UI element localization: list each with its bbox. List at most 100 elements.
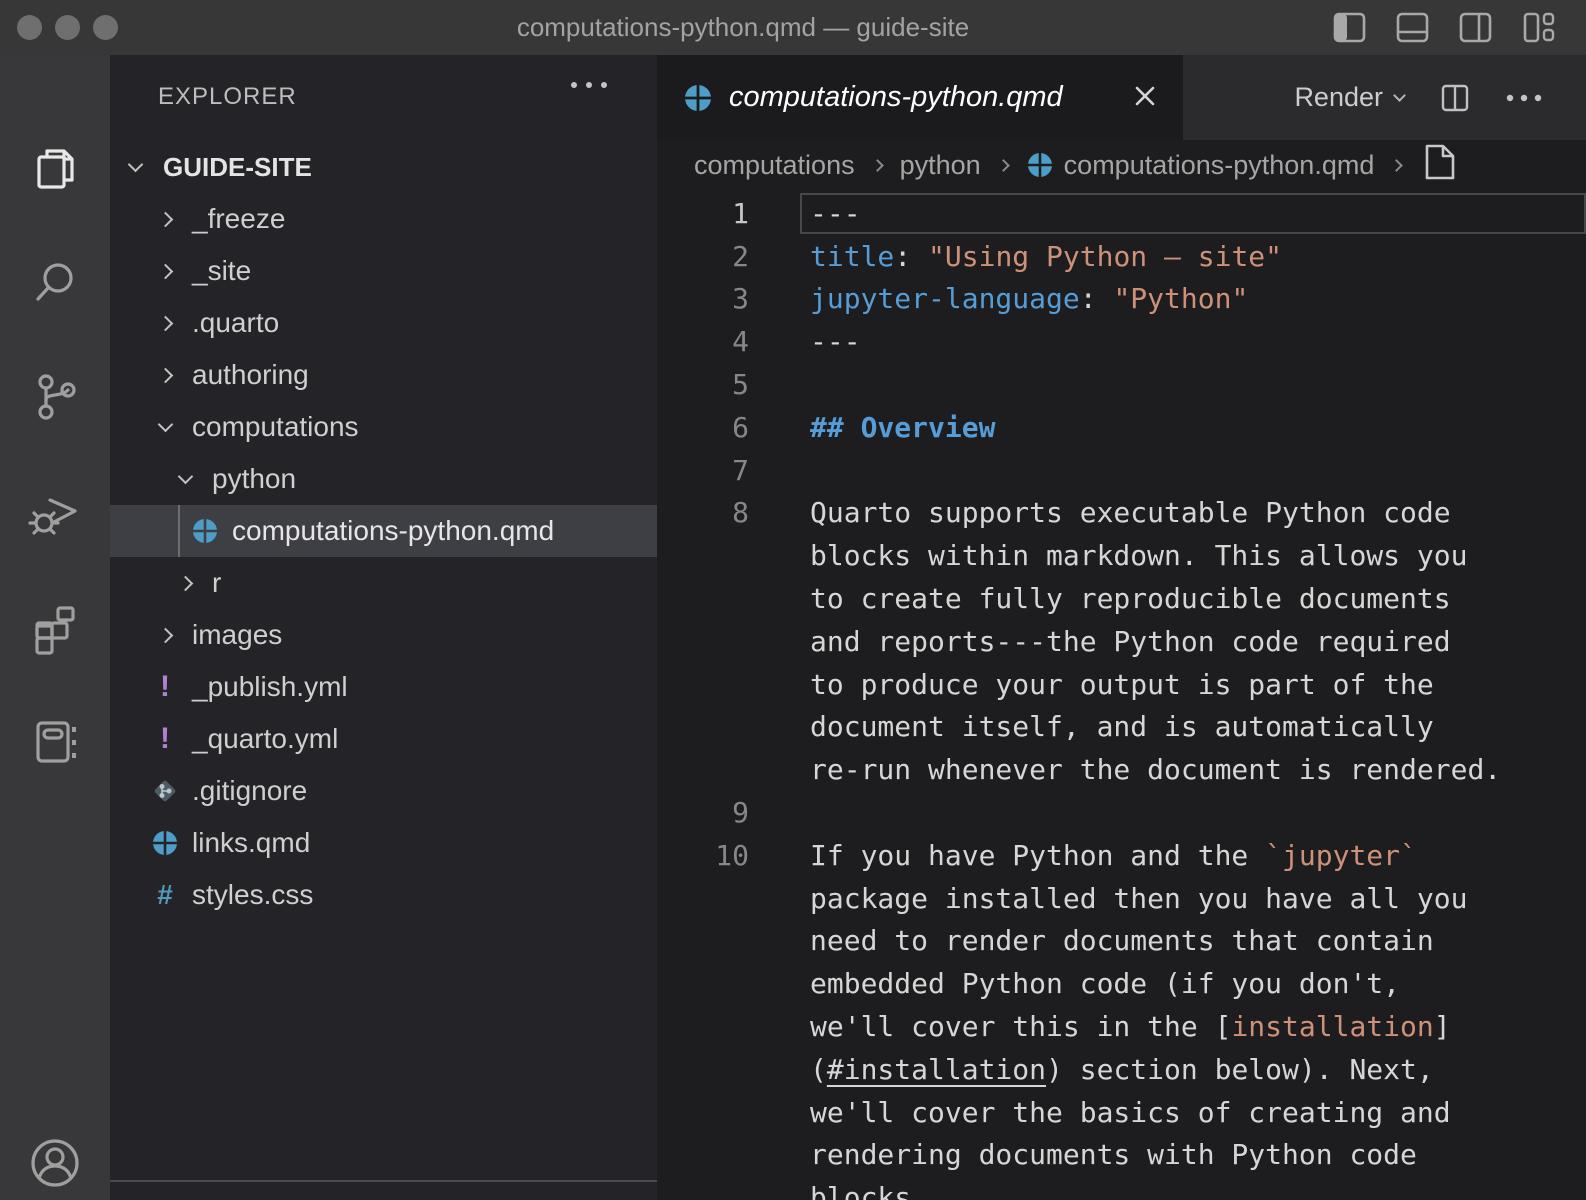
tree-item-authoring[interactable]: authoring xyxy=(110,349,657,401)
code-line[interactable]: we'll cover the basics of creating and xyxy=(657,1091,1586,1134)
code-line[interactable]: 8 Quarto supports executable Python code xyxy=(657,492,1586,535)
code-line[interactable]: 5 xyxy=(657,363,1586,406)
code-line[interactable]: embedded Python code (if you don't, xyxy=(657,962,1586,1005)
code-line[interactable]: 9 xyxy=(657,791,1586,834)
breadcrumb-item-computations-python-qmd[interactable]: computations-python.qmd xyxy=(1026,150,1375,181)
code-text: re-run whenever the document is rendered… xyxy=(810,753,1501,786)
code-line[interactable]: rendering documents with Python code xyxy=(657,1134,1586,1177)
tree-item--freeze[interactable]: _freeze xyxy=(110,193,657,245)
tab-label: computations-python.qmd xyxy=(729,81,1063,114)
section-divider xyxy=(110,1180,657,1182)
tree-item-label: _publish.yml xyxy=(192,671,348,703)
toggle-secondary-sidebar-button[interactable] xyxy=(1458,10,1493,45)
activity-bar xyxy=(0,55,110,1200)
tree-item--gitignore[interactable]: .gitignore xyxy=(110,765,657,817)
breadcrumb: computations python computations-python.qm… xyxy=(657,140,1586,190)
code-line[interactable]: (#installation) section below). Next, xyxy=(657,1048,1586,1091)
code-text: to produce your output is part of the xyxy=(810,668,1434,701)
tree-item-label: python xyxy=(212,463,296,495)
tree-item-images[interactable]: images xyxy=(110,609,657,661)
customize-layout-button[interactable] xyxy=(1521,10,1556,45)
tree-root-guide-site[interactable]: GUIDE-SITE xyxy=(110,141,657,193)
code-line[interactable]: 2title: "Using Python — site" xyxy=(657,235,1586,278)
yaml-icon: ! xyxy=(160,670,170,704)
code-text: rendering documents with Python code xyxy=(810,1138,1417,1171)
notebook-icon xyxy=(26,713,84,771)
tree-item-label: .quarto xyxy=(192,307,279,339)
code-text: blocks within markdown. This allows you xyxy=(810,539,1467,572)
breadcrumb-item-python[interactable]: python xyxy=(900,150,981,181)
line-number: 8 xyxy=(657,496,757,529)
minimize-window-button[interactable] xyxy=(55,15,80,40)
tree-item-r[interactable]: r xyxy=(110,557,657,609)
more-actions-button[interactable] xyxy=(1506,93,1542,103)
activity-account-button[interactable] xyxy=(0,1133,110,1193)
tree-item-computations[interactable]: computations xyxy=(110,401,657,453)
chevron-right-icon xyxy=(150,214,180,225)
layout-controls xyxy=(1332,10,1556,45)
tree-item-label: computations-python.qmd xyxy=(232,515,554,547)
code-line[interactable]: 3jupyter-language: "Python" xyxy=(657,278,1586,321)
indent-guide xyxy=(178,505,180,557)
tree-item--site[interactable]: _site xyxy=(110,245,657,297)
code-line[interactable]: 1--- xyxy=(657,192,1586,235)
code-editor[interactable]: 1---2title: "Using Python — site"3jupyte… xyxy=(657,192,1586,1200)
code-line[interactable]: document itself, and is automatically xyxy=(657,706,1586,749)
tree-item-label: _quarto.yml xyxy=(192,723,338,755)
search-icon xyxy=(26,254,84,312)
code-line[interactable]: 6## Overview xyxy=(657,406,1586,449)
activity-notebook-button[interactable] xyxy=(0,712,110,772)
tree-item-links-qmd[interactable]: links.qmd xyxy=(110,817,657,869)
code-line[interactable]: blocks. xyxy=(657,1176,1586,1200)
split-editor-button[interactable] xyxy=(1440,83,1470,113)
code-line[interactable]: blocks within markdown. This allows you xyxy=(657,534,1586,577)
activity-explorer-button[interactable] xyxy=(0,141,110,201)
code-text: Quarto supports executable Python code xyxy=(810,496,1451,529)
activity-extensions-button[interactable] xyxy=(0,598,110,658)
root-folder-label: GUIDE-SITE xyxy=(163,152,312,183)
layout-grid-icon xyxy=(1521,10,1556,45)
code-line[interactable]: to produce your output is part of the xyxy=(657,663,1586,706)
code-line[interactable]: need to render documents that contain xyxy=(657,920,1586,963)
code-line[interactable]: we'll cover this in the [installation] xyxy=(657,1005,1586,1048)
code-line[interactable]: 10If you have Python and the `jupyter` xyxy=(657,834,1586,877)
chevron-right-icon xyxy=(150,266,180,277)
outline-section-header[interactable]: OUTLINE xyxy=(110,1186,657,1200)
code-text: If you have Python and the `jupyter` xyxy=(810,839,1417,872)
code-line[interactable]: 7 xyxy=(657,449,1586,492)
code-line[interactable]: 4--- xyxy=(657,320,1586,363)
tree-item--quarto-yml[interactable]: ! _quarto.yml xyxy=(110,713,657,765)
chevron-down-icon xyxy=(1393,89,1406,102)
tree-item-computations-python-qmd[interactable]: computations-python.qmd xyxy=(110,505,657,557)
breadcrumb-item-computations[interactable]: computations xyxy=(694,150,855,181)
tree-item-label: computations xyxy=(192,411,359,443)
render-button[interactable]: Render xyxy=(1294,82,1404,113)
code-line[interactable]: and reports---the Python code required xyxy=(657,620,1586,663)
tab-computations-python[interactable]: computations-python.qmd xyxy=(657,55,1183,140)
sidebar-right-icon xyxy=(1458,10,1493,45)
code-line[interactable]: package installed then you have all you xyxy=(657,877,1586,920)
zoom-window-button[interactable] xyxy=(93,15,118,40)
code-line[interactable]: re-run whenever the document is rendered… xyxy=(657,748,1586,791)
activity-search-button[interactable] xyxy=(0,253,110,313)
activity-run-debug-button[interactable] xyxy=(0,482,110,542)
tree-item-python[interactable]: python xyxy=(110,453,657,505)
tree-item-styles-css[interactable]: #styles.css xyxy=(110,869,657,921)
git-icon xyxy=(150,776,180,806)
tab-bar: computations-python.qmd Render xyxy=(657,55,1586,140)
explorer-actions-button[interactable] xyxy=(569,79,609,94)
traffic-lights xyxy=(17,15,118,40)
editor-actions: Render xyxy=(1294,82,1586,113)
code-line[interactable]: to create fully reproducible documents xyxy=(657,577,1586,620)
tree-item--quarto[interactable]: .quarto xyxy=(110,297,657,349)
yaml-icon: ! xyxy=(160,722,170,756)
code-text: package installed then you have all you xyxy=(810,882,1467,915)
tab-close-button[interactable] xyxy=(1129,80,1161,115)
close-window-button[interactable] xyxy=(17,15,42,40)
toggle-primary-sidebar-button[interactable] xyxy=(1332,10,1367,45)
toggle-panel-button[interactable] xyxy=(1395,10,1430,45)
activity-source-control-button[interactable] xyxy=(0,367,110,427)
chevron-down-icon xyxy=(128,156,144,172)
ellipsis-icon xyxy=(1506,93,1542,103)
tree-item--publish-yml[interactable]: ! _publish.yml xyxy=(110,661,657,713)
